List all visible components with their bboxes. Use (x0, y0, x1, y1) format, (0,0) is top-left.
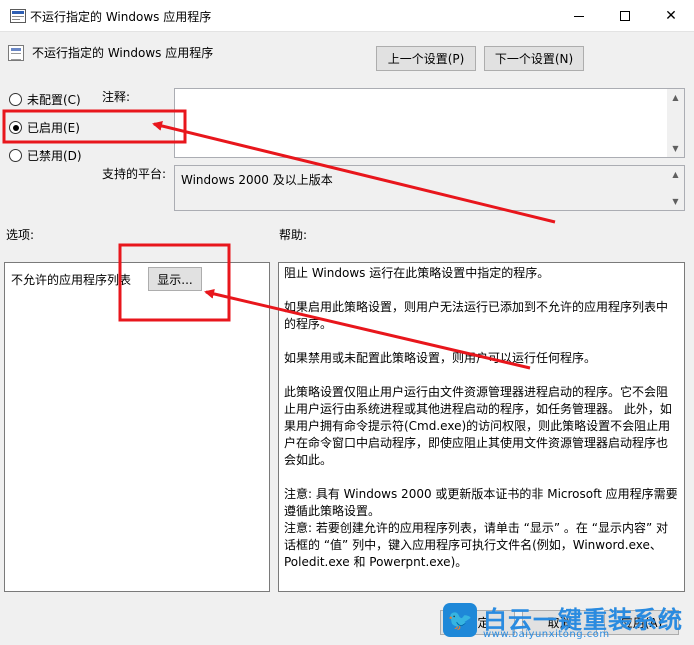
help-paragraph: 注意: 若要创建允许的应用程序列表，请单击 “显示” 。在 “显示内容” 对话框… (284, 521, 668, 569)
radio-circle[interactable] (9, 149, 22, 162)
previous-setting-button[interactable]: 上一个设置(P) (376, 46, 476, 71)
show-button[interactable]: 显示... (148, 267, 202, 291)
twitter-bird-icon: 🐦 (443, 603, 477, 637)
next-setting-button[interactable]: 下一个设置(N) (484, 46, 584, 71)
radio-label: 未配置(C) (27, 93, 81, 107)
maximize-button[interactable] (602, 0, 648, 32)
close-button[interactable]: ✕ (648, 0, 694, 32)
options-panel: 不允许的应用程序列表 显示... (4, 262, 270, 592)
radio-disabled[interactable]: 已禁用(D) (9, 147, 82, 164)
help-label: 帮助: (279, 228, 308, 242)
platform-value: Windows 2000 及以上版本 (181, 173, 333, 187)
watermark: 🐦 白云一键重装系统 www.baiyunxitong.com (443, 600, 688, 642)
close-icon: ✕ (665, 8, 677, 24)
platform-scrollbar[interactable]: ▲ ▼ (667, 166, 684, 210)
minimize-button[interactable] (556, 0, 602, 32)
scroll-down-icon[interactable]: ▼ (667, 193, 684, 210)
title-bar: 不运行指定的 Windows 应用程序 ✕ (0, 0, 694, 32)
window-title: 不运行指定的 Windows 应用程序 (30, 10, 212, 24)
scroll-down-icon[interactable]: ▼ (667, 140, 684, 157)
radio-circle-selected[interactable] (9, 121, 22, 134)
watermark-url: www.baiyunxitong.com (483, 629, 610, 640)
help-paragraph: 如果禁用或未配置此策略设置，则用户可以运行任何程序。 (284, 351, 597, 365)
disallowed-apps-label: 不允许的应用程序列表 (11, 273, 132, 287)
comment-label: 注释: (102, 90, 131, 104)
options-label: 选项: (6, 228, 35, 242)
radio-label: 已禁用(D) (27, 149, 82, 163)
minimize-icon (574, 15, 584, 17)
scroll-up-icon[interactable]: ▲ (667, 89, 684, 106)
radio-circle[interactable] (9, 93, 22, 106)
platform-label: 支持的平台: (102, 167, 167, 181)
radio-not-configured[interactable]: 未配置(C) (9, 91, 81, 108)
comment-scrollbar[interactable]: ▲ ▼ (667, 89, 684, 157)
policy-title: 不运行指定的 Windows 应用程序 (32, 46, 214, 60)
policy-icon (8, 45, 24, 61)
scroll-up-icon[interactable]: ▲ (667, 166, 684, 183)
help-panel: 阻止 Windows 运行在此策略设置中指定的程序。 如果启用此策略设置，则用户… (278, 262, 685, 592)
help-paragraph: 此策略设置仅阻止用户运行由文件资源管理器进程启动的程序。它不会阻止用户运行由系统… (284, 385, 672, 467)
radio-enabled[interactable]: 已启用(E) (9, 119, 80, 136)
help-paragraph: 如果启用此策略设置，则用户无法运行已添加到不允许的应用程序列表中的程序。 (284, 300, 669, 331)
help-paragraph: 注意: 具有 Windows 2000 或更新版本证书的非 Microsoft … (284, 487, 678, 518)
platform-field: Windows 2000 及以上版本 ▲ ▼ (174, 165, 685, 211)
policy-icon (10, 9, 26, 23)
maximize-icon (620, 11, 630, 21)
radio-label: 已启用(E) (27, 121, 80, 135)
comment-textarea[interactable]: ▲ ▼ (174, 88, 685, 158)
help-paragraph: 阻止 Windows 运行在此策略设置中指定的程序。 (284, 266, 550, 280)
